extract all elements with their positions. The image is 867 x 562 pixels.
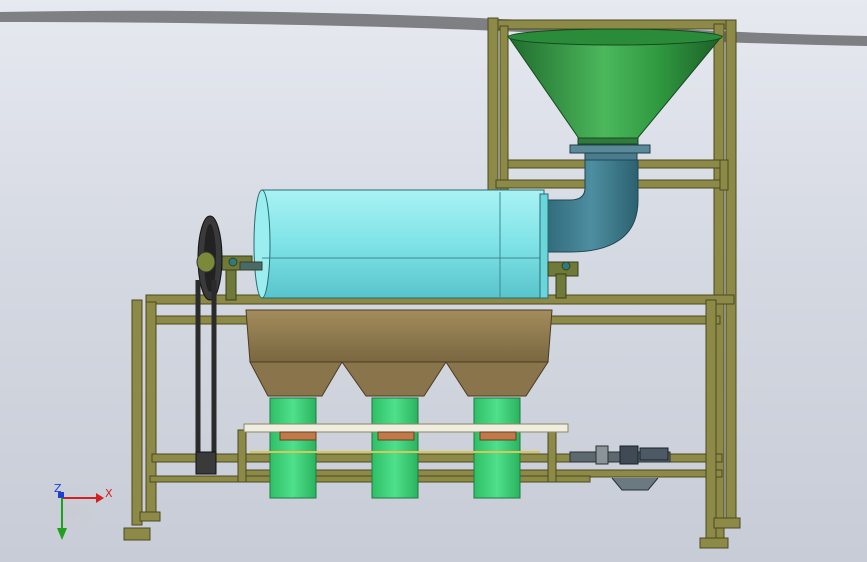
orientation-triad[interactable]: X Z bbox=[46, 482, 113, 540]
cad-viewport[interactable]: X Z bbox=[0, 0, 867, 562]
inlet-duct bbox=[544, 159, 639, 253]
feed-hopper bbox=[507, 28, 724, 145]
z-axis-label: Z bbox=[54, 482, 62, 495]
discharge-chutes bbox=[269, 397, 521, 499]
drive-pulley-belt bbox=[195, 215, 223, 475]
background-streak bbox=[0, 10, 867, 47]
machine-assembly-drawing: X Z bbox=[0, 10, 867, 549]
collection-trough bbox=[245, 309, 553, 397]
rotary-drum bbox=[253, 189, 549, 299]
x-axis-arrow-icon bbox=[96, 493, 104, 503]
x-axis-label: X bbox=[105, 487, 113, 500]
drive-motor-assembly bbox=[569, 445, 671, 491]
